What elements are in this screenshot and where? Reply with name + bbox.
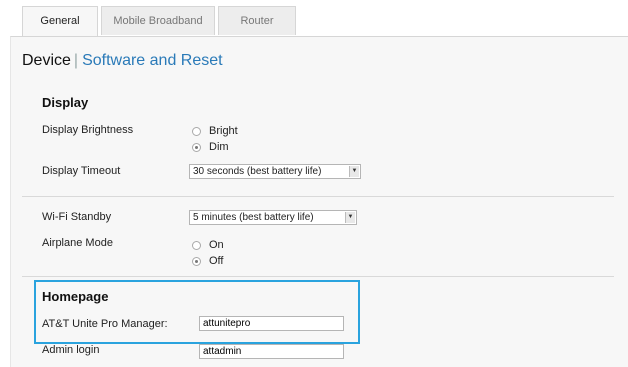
breadcrumb-current: Device [22, 52, 71, 69]
admin-login-input[interactable] [199, 344, 344, 359]
display-timeout-label: Display Timeout [42, 165, 121, 177]
radio-dim-row[interactable]: Dim [192, 141, 229, 153]
manager-name-input[interactable] [199, 316, 344, 331]
breadcrumb-link-software-reset[interactable]: Software and Reset [82, 52, 223, 69]
radio-bright-row[interactable]: Bright [192, 125, 238, 137]
chevron-down-icon: ▼ [349, 166, 359, 177]
radio-off[interactable] [192, 256, 201, 266]
tab-general[interactable]: General [22, 6, 98, 37]
radio-bright[interactable] [192, 126, 201, 136]
chevron-down-icon: ▼ [345, 212, 355, 223]
display-timeout-value: 30 seconds (best battery life) [193, 165, 322, 177]
wifi-standby-label: Wi-Fi Standby [42, 211, 112, 223]
breadcrumb: Device | Software and Reset [22, 52, 223, 70]
section-title-display: Display [42, 95, 89, 110]
radio-dim[interactable] [192, 142, 201, 152]
section-title-homepage: Homepage [42, 289, 109, 304]
tab-mobile-broadband[interactable]: Mobile Broadband [101, 6, 215, 35]
manager-label: AT&T Unite Pro Manager: [42, 318, 168, 330]
display-brightness-label: Display Brightness [42, 124, 134, 136]
breadcrumb-separator: | [73, 52, 79, 69]
tab-bar: General Mobile Broadband Router [22, 6, 299, 37]
radio-bright-label: Bright [209, 125, 238, 137]
wifi-standby-select[interactable]: 5 minutes (best battery life) ▼ [189, 210, 357, 225]
radio-dim-label: Dim [209, 141, 229, 153]
airplane-mode-label: Airplane Mode [42, 237, 113, 249]
radio-on[interactable] [192, 240, 201, 250]
divider [22, 276, 614, 277]
tab-router[interactable]: Router [218, 6, 296, 35]
admin-login-label: Admin login [42, 344, 100, 356]
wifi-standby-value: 5 minutes (best battery life) [193, 211, 314, 223]
radio-on-label: On [209, 239, 224, 251]
radio-off-row[interactable]: Off [192, 255, 223, 267]
radio-off-label: Off [209, 255, 224, 267]
divider [22, 196, 614, 197]
radio-on-row[interactable]: On [192, 239, 224, 251]
display-timeout-select[interactable]: 30 seconds (best battery life) ▼ [189, 164, 361, 179]
